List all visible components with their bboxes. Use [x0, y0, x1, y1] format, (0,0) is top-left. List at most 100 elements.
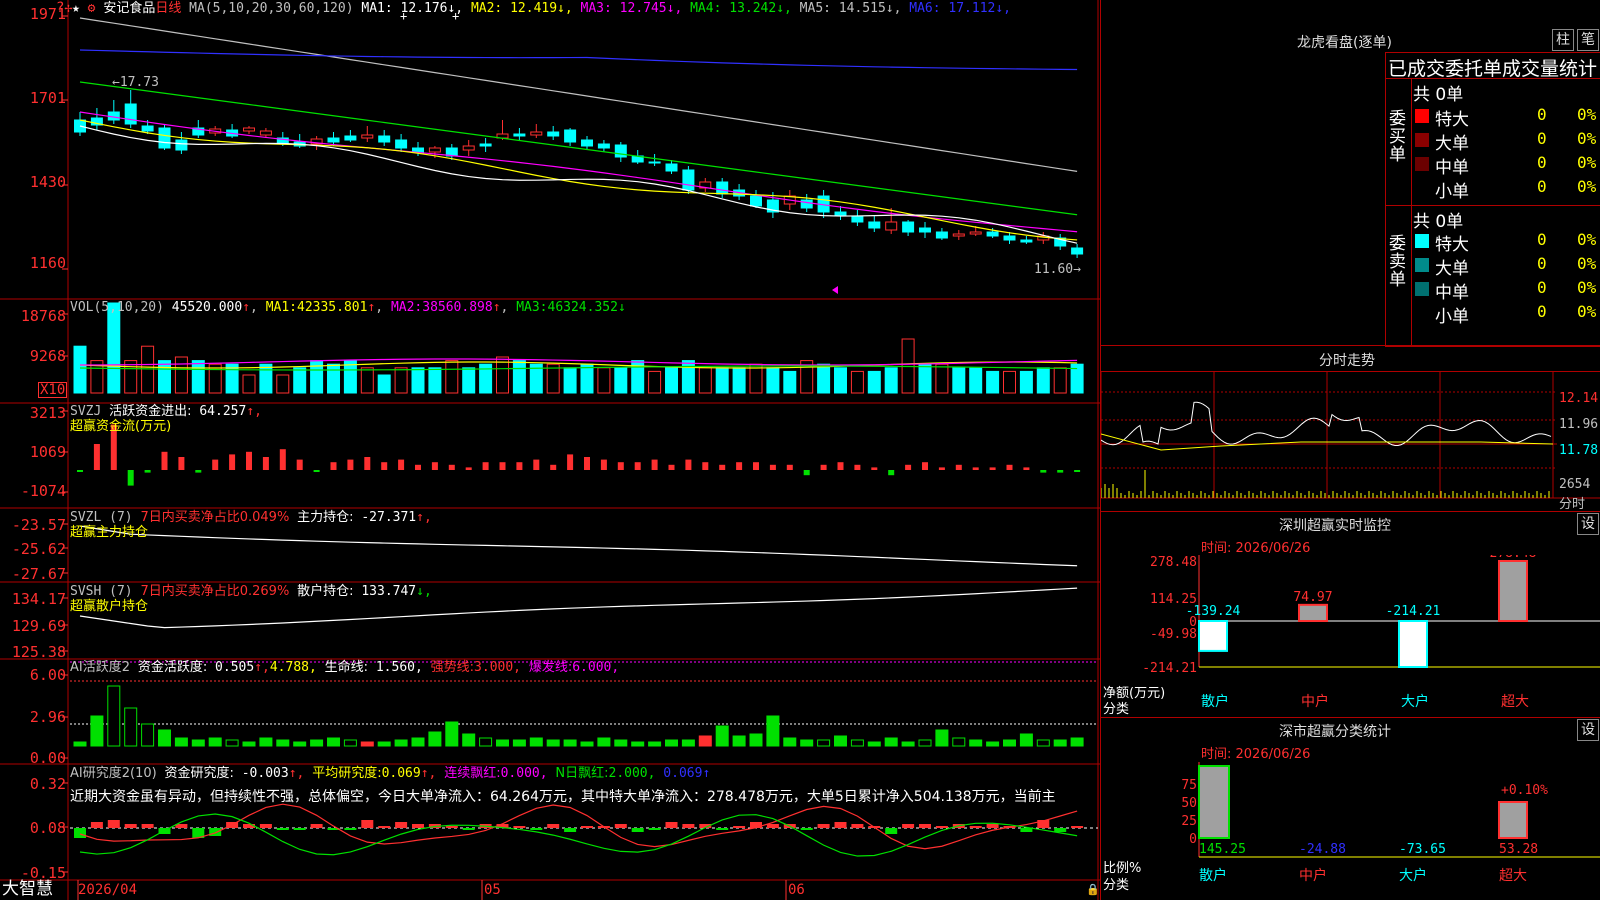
ai2-title: AI研究度2(10): [70, 766, 157, 781]
volume-bar: [783, 370, 797, 394]
candle-body: [175, 139, 188, 151]
monitor-bar-value: 74.97: [1293, 590, 1332, 605]
ma6-line: [79, 49, 1078, 71]
intraday-chart[interactable]: [1101, 372, 1600, 510]
fund-flow-bar: [888, 470, 895, 476]
fund-flow-bar: [668, 464, 675, 470]
research-bar: [547, 824, 560, 828]
activity-bar: [124, 707, 138, 747]
brand-logo[interactable]: 大智慧: [2, 879, 53, 899]
research-line-green: [79, 813, 1078, 857]
fund-flow-bar: [398, 459, 405, 470]
divider: [1385, 78, 1600, 79]
research-bar: [141, 824, 154, 828]
candle-body: [935, 231, 948, 239]
fund-flow-bar: [516, 462, 523, 470]
vol-axis-0: 18768: [20, 307, 66, 325]
star-icon[interactable]: ★: [72, 1, 80, 16]
monitor-axis-label: 278.48: [1150, 555, 1197, 570]
vol-ma2-label: MA2:: [390, 300, 423, 315]
chart-area[interactable]: + + ?✢ ★ ⚙ 安记食品日线 MA(5,10,20,30,60,120) M…: [0, 0, 1100, 900]
fund-flow-bar: [584, 457, 590, 470]
ma1-value: MA1: 12.176↓,: [361, 1, 464, 16]
period-label[interactable]: 日线: [155, 1, 181, 16]
fund-flow-bar: [533, 459, 540, 470]
research-bar: [209, 828, 222, 836]
research-bar: [581, 826, 593, 828]
volume-bar: [124, 360, 138, 394]
volume-bar: [158, 360, 171, 394]
research-bar: [259, 824, 272, 828]
classify-chart[interactable]: 75 50 25 0 +0.10% 145.25 散户 -24.88 中户 -73.65 大户 53.…: [1101, 762, 1600, 900]
volume-bar: [174, 356, 188, 394]
fund-flow-bar: [347, 459, 354, 470]
volume-bar: [259, 363, 273, 394]
monitor-settings-button[interactable]: 设: [1577, 513, 1599, 535]
monitor-bar-value: -139.24: [1186, 604, 1241, 619]
activity-bar: [681, 739, 695, 747]
tick-view-button[interactable]: 笔: [1577, 29, 1599, 51]
research-bar: [969, 826, 982, 828]
svsh-axis-0: 134.17: [11, 590, 66, 608]
volume-bar: [377, 374, 391, 394]
ma-title: MA(5,10,20,30,60,120): [189, 1, 354, 16]
chart-canvas[interactable]: + +: [0, 0, 1100, 900]
bar-view-button[interactable]: 柱: [1552, 29, 1574, 51]
svzl-subtitle: 超赢主力持仓: [70, 525, 149, 540]
ma1-line: [79, 125, 1078, 244]
activity-bar: [73, 741, 87, 747]
ai2-value-avg: 0.069: [381, 766, 421, 781]
order-color-swatch: [1415, 133, 1429, 147]
svzl-header: SVZL (7) 7日内买卖净占比0.049% 主力持仓: -27.371↑,: [70, 510, 432, 526]
order-row-name: 大单: [1435, 134, 1469, 154]
candle-body: [141, 125, 154, 132]
candle-body: [750, 195, 762, 207]
ai1-value-burst: 6.000,: [572, 660, 620, 675]
fund-flow-bar: [381, 462, 388, 470]
research-bar: [817, 824, 830, 828]
fund-flow-bar: [1006, 464, 1013, 470]
fund-flow-bar: [93, 444, 100, 470]
research-bar: [361, 820, 374, 828]
fund-flow-bar: [364, 457, 371, 470]
candle-body: [530, 131, 543, 136]
order-color-swatch: [1415, 282, 1429, 296]
classify-time: 时间: 2026/06/26: [1201, 747, 1311, 762]
svzl-value: -27.371: [361, 510, 417, 525]
price-axis-3: 1160: [29, 254, 66, 272]
order-color-swatch: [1415, 157, 1429, 171]
candle-body: [378, 135, 391, 143]
monitor-bar-value: -214.21: [1386, 604, 1441, 619]
svzj-subtitle: 超赢资金流(万元): [70, 419, 172, 434]
order-stats-tabs[interactable]: 已成交委托单成交量统计: [1388, 54, 1597, 81]
classify-settings-button[interactable]: 设: [1577, 719, 1599, 741]
fund-flow-bar: [482, 462, 489, 470]
ai1-arrow: ↑,: [254, 660, 270, 675]
vol-unit-badge: X10: [38, 382, 68, 398]
activity-bar: [141, 723, 155, 747]
ai1-label-strong: 强势线:: [430, 660, 475, 675]
research-bar: [834, 822, 847, 828]
svsh-header: SVSH (7) 7日内买卖净占比0.269% 散户持仓: 133.747↓,: [70, 584, 432, 600]
lock-icon[interactable]: 🔒: [1086, 882, 1100, 898]
candle-body: [462, 145, 475, 151]
fund-flow-bar: [246, 451, 252, 470]
order-color-swatch: [1415, 109, 1429, 123]
monitor-chart[interactable]: 278.48114.250-49.98-214.21-139.24散户74.97…: [1101, 555, 1600, 715]
candle-body: [885, 221, 898, 231]
fund-flow-bar: [989, 467, 996, 470]
activity-bar: [665, 739, 678, 747]
fund-flow-bar: [229, 454, 236, 470]
research-bar: [716, 828, 729, 830]
activity-bar: [225, 739, 239, 747]
settings-icon[interactable]: ⚙: [88, 1, 96, 16]
svsh-subtitle: 超赢散户持仓: [70, 599, 149, 614]
order-row-pct: 0%: [1577, 177, 1597, 196]
fund-flow-bar: [431, 462, 438, 470]
divider: [1101, 511, 1600, 512]
divider: [1411, 78, 1412, 345]
intraday-axis-1: 11.96: [1559, 417, 1599, 432]
volume-bar: [445, 360, 459, 394]
order-row-name: 小单: [1435, 182, 1469, 202]
research-bar: [564, 828, 577, 832]
